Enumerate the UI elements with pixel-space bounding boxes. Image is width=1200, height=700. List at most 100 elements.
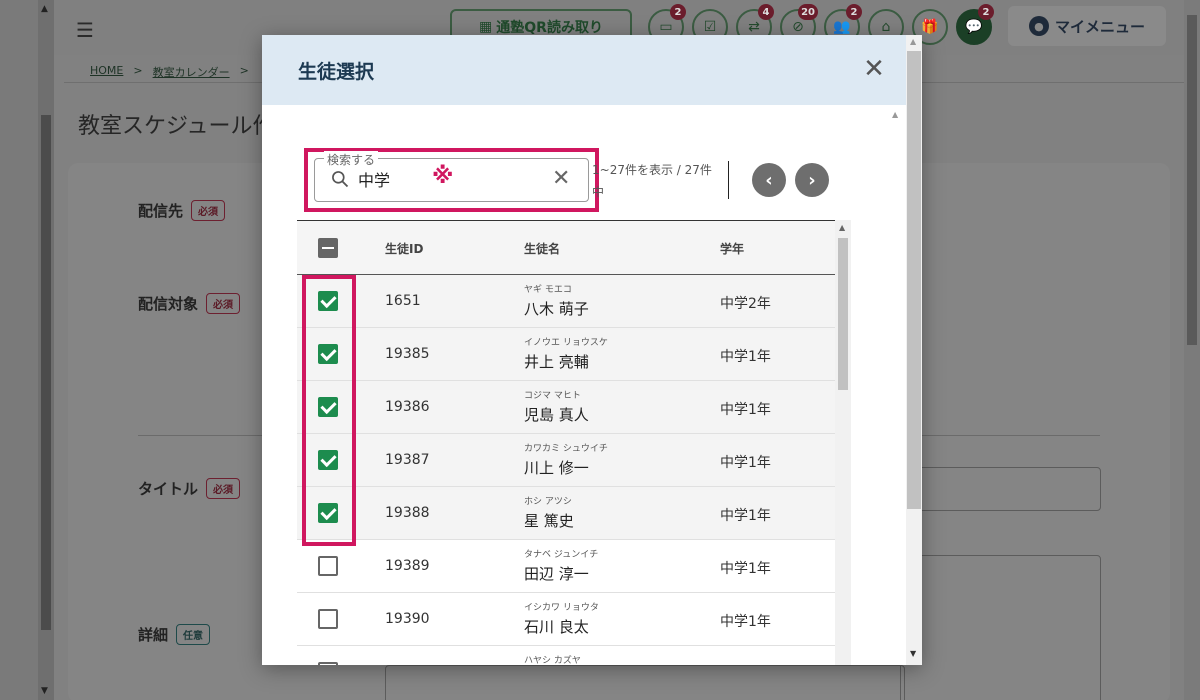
student-name-kana: ハヤシ カズヤ [524, 656, 581, 665]
modal-title: 生徒選択 [298, 61, 375, 83]
gift-icon: 🎁 [921, 19, 939, 35]
student-name: 石川 良太 [524, 618, 589, 636]
student-select-modal: 生徒選択 ✕ ▲ 検索する ※ ✕ 1~27件を表示 / 27件中 ‹ › 生徒… [262, 35, 922, 665]
title-input[interactable] [900, 467, 1101, 511]
notification-badge: 2 [670, 4, 686, 20]
row-checkbox[interactable] [318, 556, 338, 576]
chevron-right-icon: › [808, 169, 816, 191]
column-header-grade: 学年 [720, 242, 745, 256]
notification-badge: 2 [978, 4, 994, 20]
breadcrumb-home[interactable]: HOME [90, 64, 123, 80]
column-header-name: 生徒名 [524, 242, 561, 256]
optional-badge: 任意 [176, 624, 211, 645]
form-icon: ☑ [703, 19, 717, 35]
breadcrumb: HOME > 教室カレンダー > [90, 64, 249, 80]
chat-icon: 💬 [965, 19, 983, 35]
scroll-up-arrow-icon[interactable]: ▲ [839, 223, 845, 232]
chat-button[interactable]: 💬 2 [956, 4, 994, 45]
student-name-kana: イノウエ リョウスケ [524, 338, 608, 348]
my-menu-label: マイメニュー [1054, 17, 1145, 36]
student-name-kana: ヤギ モエコ [524, 285, 572, 295]
group-icon: 👥 [833, 19, 851, 35]
school-icon: ⌂ [881, 19, 891, 35]
required-badge: 必須 [206, 293, 241, 314]
student-grade: 中学1年 [720, 455, 771, 471]
scroll-up-arrow-icon[interactable]: ▲ [910, 37, 916, 46]
student-name: 川上 修一 [524, 459, 589, 477]
required-badge: 必須 [191, 200, 226, 221]
student-grade: 中学1年 [720, 349, 771, 365]
transfer-icon: ⇄ [748, 19, 760, 35]
scroll-down-arrow-icon[interactable]: ▼ [41, 686, 48, 696]
divider [728, 161, 729, 199]
breadcrumb-calendar[interactable]: 教室カレンダー [153, 64, 230, 80]
student-id: 19388 [385, 505, 430, 521]
scrollbar-thumb[interactable] [907, 51, 921, 509]
table-scrollbar[interactable]: ▲ [835, 220, 851, 665]
column-header-id: 生徒ID [385, 242, 424, 256]
student-id: 19390 [385, 611, 430, 627]
detail-textarea[interactable] [900, 555, 1101, 700]
row-checkbox[interactable] [318, 662, 338, 665]
student-table: 生徒ID 生徒名 学年 1651 ヤギ モエコ 八木 萌子 中学2年 19385 イノウエ… [297, 220, 835, 665]
table-row[interactable]: 19390 イシカワ リョウタ石川 良太 中学1年 [297, 593, 835, 646]
field-label-text: タイトル [138, 480, 199, 498]
student-grade: 中学1年 [720, 664, 771, 665]
table-row[interactable]: 19391 ハヤシ カズヤ中学1年 [297, 646, 835, 665]
notification-badge: 2 [846, 4, 862, 20]
modal-scrollbar[interactable]: ▲ ▼ [906, 35, 922, 665]
table-row[interactable]: 19386 コジマ マヒト 児島 真人 中学1年 [297, 381, 835, 434]
scrollbar-thumb[interactable] [838, 238, 848, 390]
scrollbar-thumb[interactable] [41, 115, 51, 630]
student-name-kana: ホシ アツシ [524, 497, 572, 507]
detail-textarea-lower[interactable] [385, 665, 905, 700]
chevron-left-icon: ‹ [765, 169, 773, 191]
my-menu-button[interactable]: ● マイメニュー [1008, 6, 1166, 46]
table-row[interactable]: 19387 カワカミ シュウイチ 川上 修一 中学1年 [297, 434, 835, 487]
window-scrollbar-left[interactable]: ▲ ▼ [38, 0, 54, 700]
hamburger-menu-icon[interactable]: ☰ [76, 18, 94, 42]
student-name: 井上 亮輔 [524, 353, 589, 371]
cancel-icon: ⊘ [792, 19, 804, 35]
student-grade: 中学2年 [720, 296, 771, 312]
prev-page-button[interactable]: ‹ [752, 163, 786, 197]
result-count: 1~27件を表示 / 27件中 [592, 163, 712, 199]
scroll-down-arrow-icon[interactable]: ▼ [910, 649, 916, 658]
row-checkbox[interactable] [318, 609, 338, 629]
checkbox-annotation-highlight [302, 275, 356, 546]
scrollbar-thumb[interactable] [1187, 15, 1197, 345]
table-header: 生徒ID 生徒名 学年 [297, 221, 835, 275]
student-name-kana: コジマ マヒト [524, 391, 581, 401]
next-page-button[interactable]: › [795, 163, 829, 197]
student-name: 八木 萌子 [524, 300, 589, 318]
select-all-checkbox[interactable] [318, 238, 338, 258]
field-label-target: 配信対象 必須 [138, 293, 241, 314]
breadcrumb-separator: > [239, 64, 249, 77]
table-row[interactable]: 1651 ヤギ モエコ 八木 萌子 中学2年 [297, 275, 835, 328]
message-icon: ▭ [659, 19, 673, 35]
annotation-asterisk: ※ [432, 164, 454, 189]
qr-button-label: 通塾QR読み取り [496, 20, 603, 36]
scroll-up-arrow-icon[interactable]: ▲ [41, 4, 48, 14]
student-name-kana: イシカワ リョウタ [524, 603, 599, 613]
required-badge: 必須 [206, 478, 241, 499]
notification-badge: 20 [798, 4, 818, 20]
field-label-text: 配信先 [138, 202, 184, 220]
clear-icon[interactable]: ✕ [552, 167, 570, 191]
close-icon[interactable]: ✕ [862, 55, 886, 83]
field-label-text: 配信対象 [138, 295, 199, 313]
student-name-kana: タナベ ジュンイチ [524, 550, 599, 560]
student-name: 田辺 淳一 [524, 565, 589, 583]
student-grade: 中学1年 [720, 402, 771, 418]
student-grade: 中学1年 [720, 614, 771, 630]
student-id: 19387 [385, 452, 430, 468]
scroll-up-arrow-icon[interactable]: ▲ [892, 110, 898, 119]
table-row[interactable]: 19385 イノウエ リョウスケ 井上 亮輔 中学1年 [297, 328, 835, 381]
table-row[interactable]: 19389 タナベ ジュンイチ 田辺 淳一 中学1年 [297, 540, 835, 593]
table-row[interactable]: 19388 ホシ アツシ星 篤史 中学1年 [297, 487, 835, 540]
account-icon: ● [1028, 16, 1049, 36]
qr-code-icon: ▦ [479, 19, 493, 35]
window-scrollbar-right[interactable] [1184, 0, 1200, 700]
field-label-detail: 詳細 任意 [138, 624, 211, 645]
student-id: 19391 [385, 664, 430, 665]
